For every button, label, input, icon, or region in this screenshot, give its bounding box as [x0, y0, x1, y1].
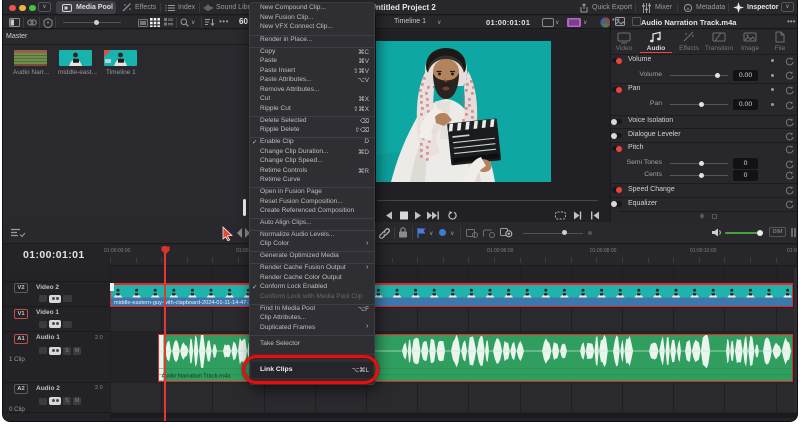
svg-text:Audio Narration Track.m4a: Audio Narration Track.m4a [162, 374, 232, 380]
